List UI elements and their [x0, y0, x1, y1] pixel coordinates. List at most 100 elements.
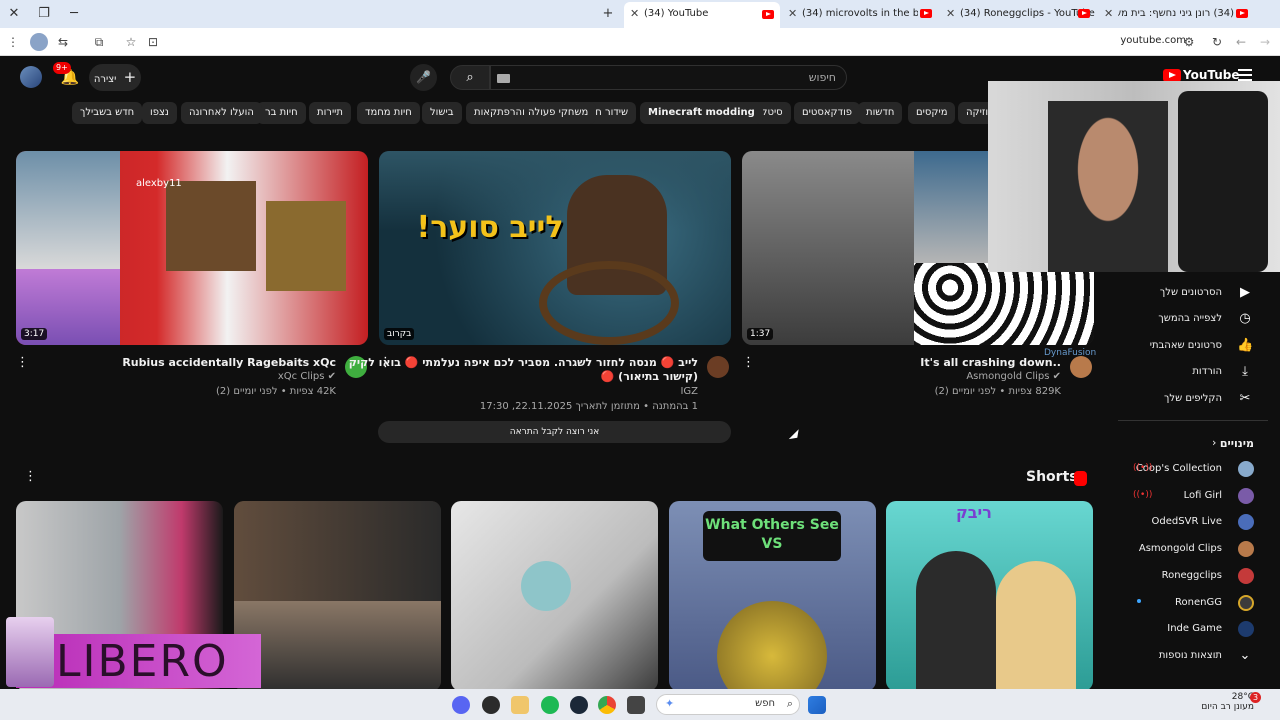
windows-start-icon[interactable]: [808, 696, 826, 714]
video-title[interactable]: לייב 🔴 מנסה לחזור לשגרה. מסביר לכם איפה …: [349, 356, 698, 369]
video-menu-icon[interactable]: ⋮: [16, 356, 29, 370]
puzzle-icon[interactable]: ⧉: [90, 33, 108, 51]
youtube-favicon-icon: [920, 9, 932, 18]
steam-icon[interactable]: [570, 696, 588, 714]
site-settings-icon[interactable]: ⚙: [1180, 33, 1198, 51]
video-title[interactable]: Rubius accidentally Ragebaits xQc: [122, 356, 336, 369]
tab-close-icon[interactable]: ✕: [1104, 3, 1113, 25]
browser-tabstrip: ✕ ❐ ─ + ✕ (34) YouTube ✕ (34) microvolts…: [0, 0, 1280, 28]
address-bar-row: ⋮ ⇆ ⧉ ☆ ⊡ youtube.com ⚙ ↻ ← →: [0, 28, 1280, 56]
video-title-line2[interactable]: (קישור בתיאור) 🔴: [601, 370, 698, 383]
install-app-icon[interactable]: ⊡: [144, 33, 162, 51]
sidebar-item-your-clips[interactable]: הקליפים שלך: [1164, 393, 1222, 404]
sidebar-sub-asmongold-clips[interactable]: Asmongold Clips: [1139, 543, 1222, 554]
sidebar-item-your-videos[interactable]: הסרטונים שלך: [1160, 287, 1222, 298]
short-thumbnail[interactable]: ריבק: [886, 501, 1093, 691]
short-thumbnail[interactable]: [234, 501, 441, 691]
voice-search-mic-icon[interactable]: 🎤: [410, 64, 437, 91]
sidebar-item-watch-later[interactable]: לצפייה בהמשך: [1158, 313, 1222, 324]
video-channel[interactable]: Asmongold Clips ✔: [966, 371, 1061, 382]
close-window-icon[interactable]: ✕: [4, 4, 24, 24]
app-icon[interactable]: [627, 696, 645, 714]
search-input[interactable]: חיפוש: [490, 65, 847, 90]
tab-title: (34) Roneggclips - YouTube: [960, 8, 1095, 19]
sidebar-sub-roneggclips[interactable]: Roneggclips: [1162, 570, 1222, 581]
create-button[interactable]: יצירה +: [89, 64, 141, 91]
channel-avatar[interactable]: [707, 356, 729, 378]
avatar[interactable]: [20, 66, 42, 88]
tab-youtube[interactable]: ✕ (34) YouTube: [624, 2, 780, 28]
sidebar-sub-odedsvr-live[interactable]: OdedSVR Live: [1152, 516, 1222, 527]
url-field[interactable]: youtube.com: [1120, 35, 1186, 46]
chip-mixes[interactable]: מיקסים: [908, 102, 956, 124]
chip-news[interactable]: חדשות: [858, 102, 903, 124]
sparkle-icon: ✦: [665, 697, 675, 710]
tab-close-icon[interactable]: ✕: [630, 2, 639, 26]
video-menu-icon[interactable]: ⋮: [742, 356, 755, 370]
tab-microvolts[interactable]: ✕ (34) microvolts in the big 25😭: [784, 3, 940, 25]
back-icon[interactable]: ←: [1232, 33, 1250, 51]
subscriptions-header[interactable]: מינויים: [1220, 437, 1254, 450]
minimize-window-icon[interactable]: ─: [64, 4, 84, 24]
app-icon[interactable]: [482, 696, 500, 714]
reload-icon[interactable]: ↻: [1208, 33, 1226, 51]
chip-podcasts[interactable]: פודקאסטים: [794, 102, 861, 124]
profile-icon[interactable]: [30, 33, 48, 51]
video-channel[interactable]: IGZ: [680, 386, 698, 397]
avatar: [1238, 621, 1254, 637]
keyboard-icon[interactable]: [497, 74, 510, 83]
short-caption-line2: VS: [761, 536, 783, 552]
short-caption-box: What Others See VS: [703, 511, 841, 561]
sidebar-sub-lofi-girl[interactable]: Lofi Girl: [1184, 490, 1222, 501]
spotify-icon[interactable]: [541, 696, 559, 714]
forward-icon[interactable]: →: [1256, 33, 1274, 51]
bookmark-star-icon[interactable]: ☆: [122, 33, 140, 51]
chip-wildlife[interactable]: חיות בר: [257, 102, 306, 124]
extensions-icon[interactable]: ⇆: [54, 33, 72, 51]
tab-close-icon[interactable]: ✕: [946, 3, 955, 25]
tab-close-icon[interactable]: ✕: [788, 3, 797, 25]
weather-widget[interactable]: 28°C מעונן רב היום: [1192, 692, 1254, 712]
search-icon[interactable]: ⌕: [450, 65, 490, 90]
youtube-logo[interactable]: YouTube: [1163, 68, 1240, 82]
sidebar-item-liked-videos[interactable]: סרטונים שאהבתי: [1150, 340, 1222, 351]
short-thumbnail[interactable]: What Others See VS: [669, 501, 876, 691]
restore-window-icon[interactable]: ❐: [34, 4, 54, 24]
sidebar-show-more[interactable]: תוצאות נוספות: [1159, 650, 1222, 661]
video-channel[interactable]: xQc Clips ✔: [278, 371, 336, 382]
sidebar-sub-ronengg[interactable]: RonenGG: [1175, 597, 1222, 608]
chip-pets[interactable]: חיות מחמד: [357, 102, 420, 124]
new-tab-icon[interactable]: +: [598, 4, 618, 24]
download-icon: ⤓: [1242, 364, 1248, 379]
chip-action-adventure[interactable]: משחקי פעולה והרפתקאות: [466, 102, 597, 124]
video-thumbnail-xqc[interactable]: alexby11 3:17: [16, 151, 368, 345]
kebab-menu-icon[interactable]: ⋮: [4, 33, 22, 51]
chip-new-to-you[interactable]: חדש בשבילך: [72, 102, 143, 124]
sidebar-sub-inde-game[interactable]: Inde Game: [1167, 623, 1222, 634]
search-icon: ⌕: [786, 697, 793, 710]
app-icon[interactable]: [511, 696, 529, 714]
chip-watched[interactable]: נצפו: [142, 102, 177, 124]
chip-minecraft-modding[interactable]: Minecraft modding: [640, 102, 763, 124]
discord-icon[interactable]: [452, 696, 470, 714]
short-thumbnail[interactable]: [451, 501, 658, 691]
streamer-image: [234, 601, 441, 691]
hamburger-menu-icon[interactable]: [1238, 69, 1252, 81]
chrome-icon[interactable]: [598, 696, 616, 714]
chip-tourism[interactable]: תיירות: [309, 102, 351, 124]
taskbar-search-input[interactable]: חפש ⌕ ✦: [656, 694, 800, 715]
video-duration: 3:17: [21, 328, 48, 340]
live-icon: ((•)): [1133, 463, 1153, 473]
tab-ronen-news[interactable]: ✕ (34) רונן גיני נחשף: בית משפט...: [1100, 3, 1256, 25]
shorts-menu-icon[interactable]: ⋮: [24, 470, 37, 484]
tab-roneggclips[interactable]: ✕ (34) Roneggclips - YouTube: [942, 3, 1098, 25]
chip-cooking[interactable]: בישול: [422, 102, 462, 124]
avatar: [1238, 568, 1254, 584]
chip-recently-uploaded[interactable]: הועלו לאחרונה: [181, 102, 262, 124]
video-thumbnail-igz[interactable]: לייב סוער! בקרוב: [379, 151, 731, 345]
person-image: [996, 561, 1076, 691]
minecraft-character-image: [266, 201, 346, 291]
sidebar-item-downloads[interactable]: הורדות: [1192, 366, 1222, 377]
chevron-left-icon[interactable]: ›: [1212, 436, 1216, 449]
notify-me-button[interactable]: אני רוצה לקבל התראה: [378, 421, 731, 443]
